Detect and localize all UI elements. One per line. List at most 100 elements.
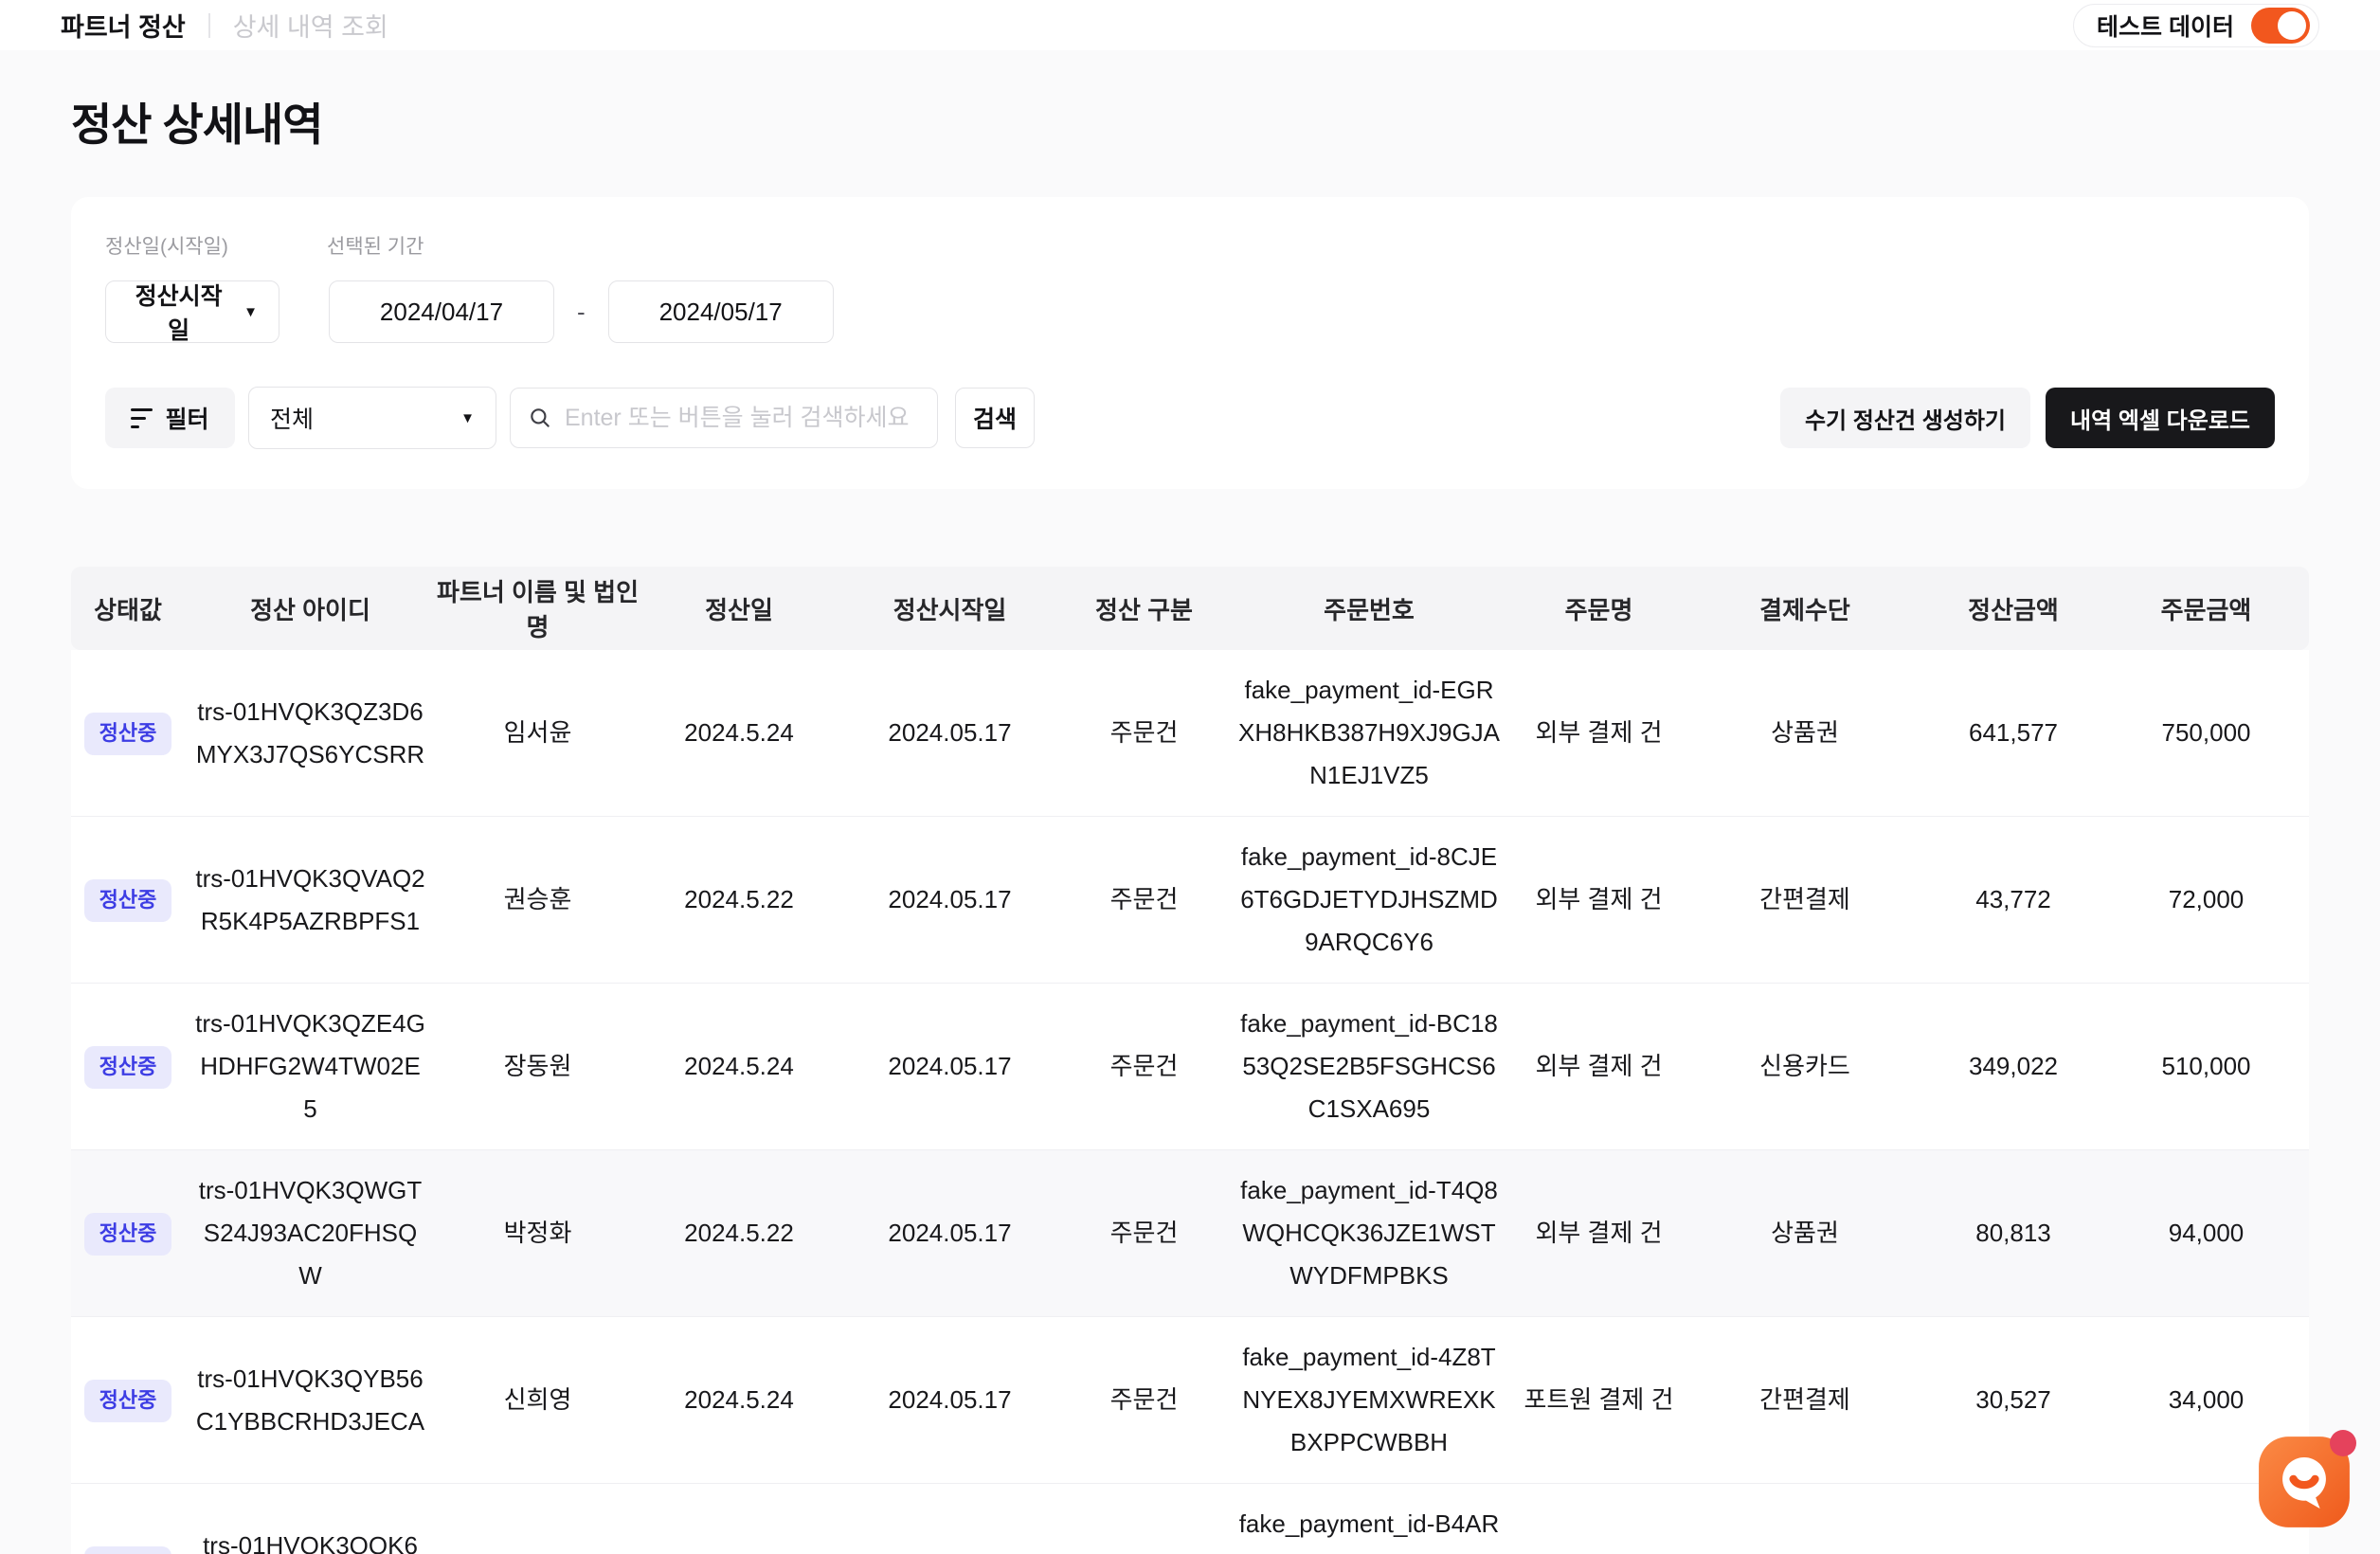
selected-period-label: 선택된 기간 [327,231,424,260]
cell-order-name: 외부 결제 건 [1511,878,1686,921]
status-badge: 정산중 [84,1380,172,1421]
cell-partner: 임서윤 [436,712,640,754]
status-badge: 정산중 [84,879,172,921]
cell-settle-type: 주문건 [1061,1212,1227,1255]
cell-order-amount: 72,000 [2103,878,2309,921]
nav-item-partner-settlement[interactable]: 파트너 정산 [61,7,186,44]
cell-settle-start: 2024.05.17 [838,1379,1061,1421]
settlement-date-label: 정산일(시작일) [105,231,327,260]
category-select[interactable]: 전체 ▼ [248,387,496,449]
cell-status: 정산중 [71,877,185,921]
cell-settle-date: 2024.5.22 [640,878,838,921]
table-row[interactable]: 정산중trs-01HVQK3QZE4GHDHFG2W4TW02E5장동원2024… [71,984,2309,1150]
cell-pay-method: 상품권 [1686,1545,1923,1554]
manual-settlement-create-button[interactable]: 수기 정산건 생성하기 [1780,388,2030,448]
cell-partner: 신희영 [436,1379,640,1421]
nav-item-detail-lookup[interactable]: 상세 내역 조회 [233,7,388,44]
column-header: 결제수단 [1686,591,1923,626]
cell-settle-type: 주문건 [1061,1379,1227,1421]
filter-button[interactable]: 필터 [105,388,235,448]
cell-settle-type: 주문건 [1061,878,1227,921]
cell-order-no: fake_payment_id-EGRXH8HKB387H9XJ9GJAN1EJ… [1227,669,1511,796]
cell-pay-method: 상품권 [1686,1212,1923,1255]
search-input[interactable] [565,405,920,432]
column-header: 주문번호 [1227,591,1511,626]
cell-status: 정산중 [71,1044,185,1088]
column-header: 정산일 [640,591,838,626]
cell-status: 정산중 [71,1378,185,1421]
cell-order-amount: 510,000 [2103,1045,2309,1088]
chevron-down-icon: ▼ [460,410,475,426]
cell-settle-date: 2024.5.24 [640,1379,838,1421]
cell-settle-amount: 641,577 [1923,712,2103,754]
cell-settle-amount: 30,527 [1923,1379,2103,1421]
date-range-separator: - [577,298,586,327]
search-box [510,388,938,448]
cell-settle-date: 2024.5.24 [640,1045,838,1088]
cell-status: 정산중 [71,711,185,754]
topbar: 파트너 정산 상세 내역 조회 테스트 데이터 [0,0,2380,50]
filter-lines-icon [131,408,153,428]
cell-order-amount: 34,000 [2103,1379,2309,1421]
cell-order-name: 포트원 결제 건 [1511,1379,1686,1421]
search-button[interactable]: 검색 [955,388,1035,448]
cell-id: trs-01HVQK3QWGTS24J93AC20FHSQW [185,1169,436,1296]
cell-settle-start: 2024.05.17 [838,712,1061,754]
cell-settle-date: 2024.5.24 [640,1545,838,1554]
cell-order-amount: 31,000 [2103,1545,2309,1554]
date-type-select[interactable]: 정산시작일 ▼ [105,280,279,343]
table-body: 정산중 trs-01HVQK3QZ3D6MYX3J7QS6YCSRR임서윤 2024… [71,650,2309,1554]
cell-status: 정산중 [71,1211,185,1255]
cell-pay-method: 상품권 [1686,712,1923,754]
status-badge: 정산중 [84,713,172,754]
cell-settle-amount: 80,813 [1923,1212,2103,1255]
test-data-pill: 테스트 데이터 [2073,4,2319,47]
cell-settle-date: 2024.5.22 [640,1212,838,1255]
cell-pay-method: 간편결제 [1686,1379,1923,1421]
table-row[interactable]: 정산중trs-01HVQK3QYB56C1YBBCRHD3JECA신희영2024… [71,1317,2309,1484]
cell-order-no: fake_payment_id-T4Q8WQHCQK36JZE1WSTWYDFM… [1227,1169,1511,1296]
excel-download-button[interactable]: 내역 엑셀 다운로드 [2046,388,2275,448]
page-title: 정산 상세내역 [71,88,2309,154]
column-header: 정산 아이디 [185,591,436,626]
table-row[interactable]: 정산중trs-01HVQK3QVAQ2R5K4P5AZRBPFS1권승훈2024… [71,817,2309,984]
cell-partner: 장동원 [436,1045,640,1088]
cell-status: 정산중 [71,1545,185,1554]
end-date-input[interactable]: 2024/05/17 [608,280,834,343]
chevron-down-icon: ▼ [243,304,258,320]
table-row[interactable]: 정산중 trs-01HVQK3QZ3D6MYX3J7QS6YCSRR임서윤 2024… [71,650,2309,817]
cell-id: trs-01HVQK3QZ3D6MYX3J7QS6YCSRR [185,691,436,775]
nav-divider [208,13,210,38]
date-type-select-value: 정산시작일 [127,278,230,346]
cell-settle-start: 2024.05.17 [838,878,1061,921]
cell-settle-type: 주문건 [1061,1545,1227,1554]
cell-settle-amount: 43,772 [1923,878,2103,921]
cell-order-name: 포트원 결제 건 [1511,1545,1686,1554]
cell-partner: 권승훈 [436,878,640,921]
cell-settle-type: 주문건 [1061,1045,1227,1088]
settlement-table: 상태값정산 아이디파트너 이름 및 법인명정산일정산시작일정산 구분주문번호주문… [71,567,2309,1554]
test-data-toggle[interactable] [2251,8,2310,44]
start-date-input[interactable]: 2024/04/17 [329,280,554,343]
toggle-knob [2278,11,2306,40]
cell-order-amount: 750,000 [2103,712,2309,754]
table-row[interactable]: 정산중trs-01HVQK3QQK6R4ENS86E49AR8E2유정우2024… [71,1484,2309,1554]
cell-settle-amount: 26,718 [1923,1545,2103,1554]
cell-order-no: fake_payment_id-B4ARTZRVQ9J3W7ZCG58WNW0N… [1227,1503,1511,1554]
cell-id: trs-01HVQK3QVAQ2R5K4P5AZRBPFS1 [185,858,436,942]
column-header: 정산 구분 [1061,591,1227,626]
cell-partner: 박정화 [436,1212,640,1255]
search-icon [528,406,552,430]
status-badge: 정산중 [84,1546,172,1554]
filter-card: 정산일(시작일) 선택된 기간 정산시작일 ▼ 2024/04/17 - 202… [71,197,2309,489]
cell-settle-start: 2024.05.16 [838,1545,1061,1554]
cell-order-no: fake_payment_id-4Z8TNYEX8JYEMXWREXKBXPPC… [1227,1336,1511,1463]
status-badge: 정산중 [84,1213,172,1255]
table-row[interactable]: 정산중 trs-01HVQK3QWGTS24J93AC20FHSQW박정화2024… [71,1150,2309,1317]
status-badge: 정산중 [84,1046,172,1088]
notification-dot [2330,1430,2356,1456]
main-content: 정산 상세내역 정산일(시작일) 선택된 기간 정산시작일 ▼ 2024/04/… [0,88,2380,1554]
cell-order-name: 외부 결제 건 [1511,1045,1686,1088]
cell-id: trs-01HVQK3QYB56C1YBBCRHD3JECA [185,1358,436,1442]
chat-widget-button[interactable] [2257,1435,2352,1529]
